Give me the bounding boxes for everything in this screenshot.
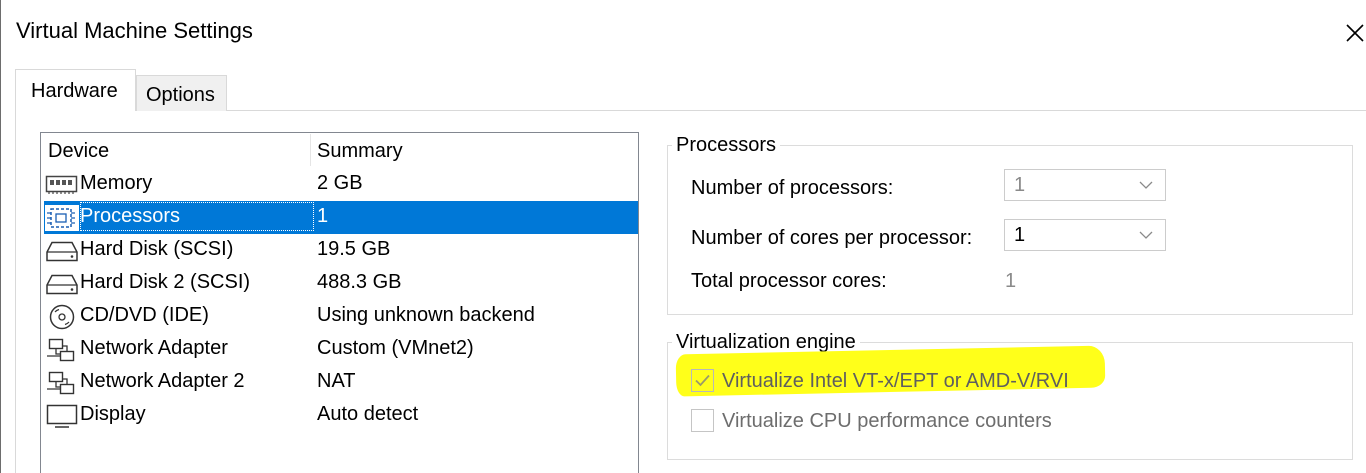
hard-disk-icon — [45, 271, 79, 297]
device-row-network-adapter[interactable]: Network Adapter Custom (VMnet2) — [44, 333, 638, 366]
device-summary: Using unknown backend — [317, 304, 535, 326]
number-of-processors-value: 1 — [1014, 174, 1026, 196]
column-header-device[interactable]: Device — [48, 140, 109, 163]
virtualize-cpu-counters-checkbox[interactable] — [691, 409, 714, 432]
total-processor-cores-label: Total processor cores: — [691, 270, 887, 292]
number-of-processors-label: Number of processors: — [691, 177, 894, 199]
virtualize-vtx-label[interactable]: Virtualize Intel VT-x/EPT or AMD-V/RVI — [722, 370, 1069, 393]
tab-hardware[interactable]: Hardware — [15, 69, 136, 111]
cores-per-processor-select[interactable]: 1 — [1004, 219, 1166, 251]
close-button[interactable] — [1340, 14, 1366, 48]
processors-group-title: Processors — [672, 134, 781, 157]
device-summary: 2 GB — [317, 172, 363, 194]
device-name: Network Adapter — [80, 337, 228, 359]
device-row-display[interactable]: Display Auto detect — [44, 399, 638, 432]
checkmark-icon — [695, 374, 710, 387]
virtualize-cpu-counters-label[interactable]: Virtualize CPU performance counters — [722, 410, 1052, 433]
number-of-processors-select[interactable]: 1 — [1004, 169, 1166, 201]
device-summary: Auto detect — [317, 403, 419, 425]
device-name: Hard Disk (SCSI) — [80, 238, 234, 260]
network-adapter-icon — [45, 337, 79, 363]
device-name: Memory — [80, 172, 153, 194]
close-icon — [1346, 24, 1364, 42]
device-row-memory[interactable]: Memory 2 GB — [44, 168, 638, 201]
chevron-down-icon — [1139, 181, 1153, 189]
cores-per-processor-value: 1 — [1014, 224, 1026, 246]
device-name: Processors — [80, 205, 181, 227]
device-row-processors[interactable]: Processors 1 — [44, 201, 638, 234]
device-row-network-adapter-2[interactable]: Network Adapter 2 NAT — [44, 366, 638, 399]
device-row-cd-dvd[interactable]: CD/DVD (IDE) Using unknown backend — [44, 300, 638, 333]
total-processor-cores-value: 1 — [1005, 270, 1017, 292]
memory-icon — [45, 172, 79, 198]
cd-dvd-icon — [45, 304, 79, 330]
device-summary: 19.5 GB — [317, 238, 391, 260]
window-title: Virtual Machine Settings — [16, 18, 253, 43]
device-summary: Custom (VMnet2) — [317, 337, 474, 359]
virtualize-vtx-checkbox[interactable] — [691, 369, 714, 392]
cores-per-processor-label: Number of cores per processor: — [691, 227, 973, 249]
display-icon — [45, 403, 79, 429]
device-name: CD/DVD (IDE) — [80, 304, 209, 326]
tab-options[interactable]: Options — [136, 75, 227, 111]
network-adapter-icon — [45, 370, 79, 396]
device-name: Network Adapter 2 — [80, 370, 245, 392]
chevron-down-icon — [1139, 231, 1153, 239]
device-name: Hard Disk 2 (SCSI) — [80, 271, 251, 293]
device-summary: 1 — [317, 205, 329, 227]
device-name: Display — [80, 403, 146, 425]
device-row-hard-disk[interactable]: Hard Disk (SCSI) 19.5 GB — [44, 234, 638, 267]
device-summary: NAT — [317, 370, 356, 392]
hard-disk-icon — [45, 238, 79, 264]
device-summary: 488.3 GB — [317, 271, 402, 293]
processor-icon — [45, 205, 79, 233]
device-row-hard-disk-2[interactable]: Hard Disk 2 (SCSI) 488.3 GB — [44, 267, 638, 300]
column-separator[interactable] — [310, 134, 311, 166]
column-header-summary[interactable]: Summary — [317, 140, 403, 163]
